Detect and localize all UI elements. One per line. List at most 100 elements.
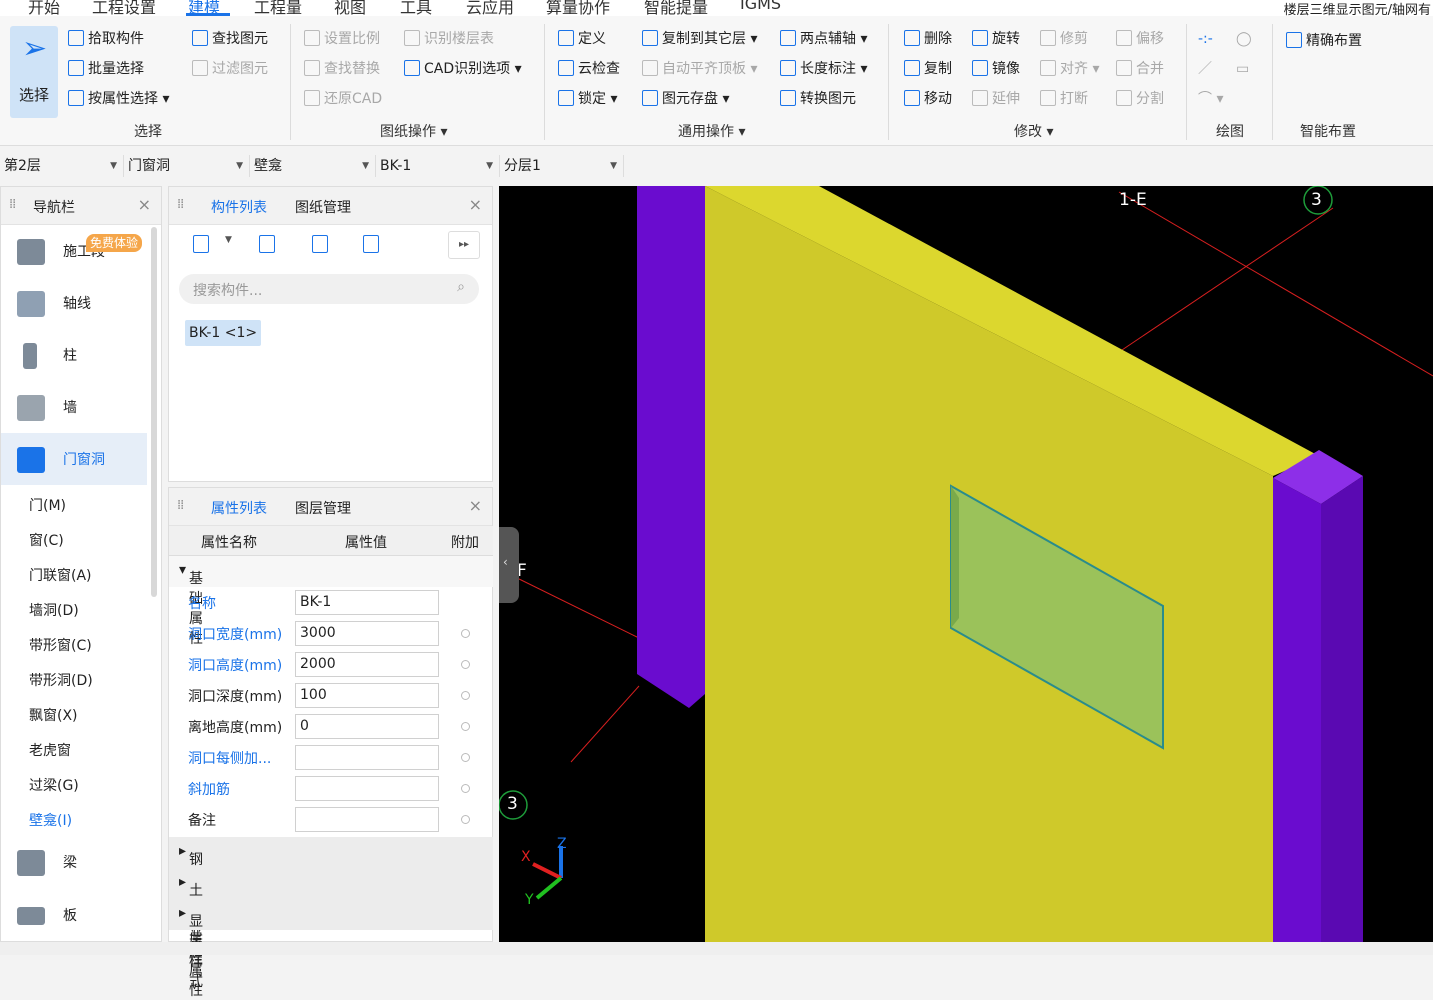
category-select[interactable]: 门窗洞 ▼ (124, 155, 250, 177)
copy-button[interactable]: 复制 (904, 58, 952, 80)
sub-item-window[interactable]: 窗(C) (29, 530, 64, 550)
section-rebar[interactable]: ▸ 钢筋业务属性 (169, 837, 493, 968)
merge-button[interactable]: 合并 (1116, 58, 1164, 80)
chevron-down-icon[interactable]: ▼ (225, 235, 232, 245)
sub-item-lintel[interactable]: 过梁(G) (29, 775, 79, 795)
close-icon[interactable]: × (469, 195, 482, 214)
grip-icon[interactable]: ⁞⁞ (177, 197, 184, 212)
nav-item-openings[interactable]: 门窗洞 (1, 433, 147, 485)
free-trial-badge[interactable]: 免费体验 (86, 234, 143, 252)
menu-cloud[interactable]: 云应用 (466, 0, 514, 16)
search-icon[interactable]: ⌕ (457, 279, 465, 295)
3d-viewport[interactable]: 1-E 3 F 3 X Y Z (499, 186, 1433, 942)
section-civil[interactable]: ▸ 土建业务属性 (169, 868, 493, 999)
prop-value-input[interactable]: 3000 (295, 621, 439, 646)
move-button[interactable]: 移动 (904, 88, 952, 110)
align-button[interactable]: 对齐 ▾ (1040, 58, 1099, 80)
menu-tools[interactable]: 工具 (400, 0, 432, 16)
component-select[interactable]: BK-1 ▼ (376, 155, 500, 177)
close-icon[interactable]: × (469, 496, 482, 515)
prop-value-input[interactable] (295, 745, 439, 770)
more-icon[interactable]: ▸▸ (448, 231, 480, 259)
precise-layout-button[interactable]: 精确布置 (1286, 30, 1362, 52)
nav-item-column[interactable]: 柱 (1, 329, 147, 381)
floor-select[interactable]: 第2层 ▼ (0, 155, 124, 177)
tab-drawing-manage[interactable]: 图纸管理 (295, 197, 351, 217)
menu-smart[interactable]: 智能提量 (644, 0, 708, 16)
section-display[interactable]: ▸ 显示样式 (169, 899, 493, 990)
prop-value-input[interactable]: 2000 (295, 652, 439, 677)
batch-select-button[interactable]: 批量选择 (68, 58, 144, 80)
copy-to-layer-button[interactable]: 复制到其它层 ▾ (642, 28, 757, 50)
sub-item-niche[interactable]: 壁龛(I) (29, 810, 72, 830)
layer-copy-icon[interactable] (363, 235, 379, 253)
split-button[interactable]: 分割 (1116, 88, 1164, 110)
delete-component-icon[interactable] (312, 235, 328, 253)
pick-component-button[interactable]: 拾取构件 (68, 28, 144, 50)
sub-item-wall-hole[interactable]: 墙洞(D) (29, 600, 79, 620)
break-button[interactable]: 打断 (1040, 88, 1088, 110)
define-button[interactable]: 定义 (558, 28, 606, 50)
extra-checkbox[interactable] (461, 722, 470, 731)
lock-button[interactable]: 锁定 ▾ (558, 88, 617, 110)
nav-item-slab[interactable]: 板 (1, 889, 147, 941)
prop-value-input[interactable]: 100 (295, 683, 439, 708)
collapse-panel-handle[interactable]: ‹ (499, 527, 519, 603)
circle-draw-button[interactable]: ◯ (1236, 28, 1252, 50)
length-mark-button[interactable]: 长度标注 ▾ (780, 58, 867, 80)
nav-item-wall[interactable]: 墙 (1, 381, 147, 433)
sub-item-strip-hole[interactable]: 带形洞(D) (29, 670, 93, 690)
extra-checkbox[interactable] (461, 784, 470, 793)
type-select[interactable]: 壁龛 ▼ (250, 155, 376, 177)
cad-options-button[interactable]: CAD识别选项 ▾ (404, 58, 522, 80)
sub-item-bay-window[interactable]: 飘窗(X) (29, 705, 78, 725)
prop-value-input[interactable] (295, 776, 439, 801)
menu-quantity[interactable]: 工程量 (254, 0, 302, 16)
copy-component-icon[interactable] (259, 235, 275, 253)
extra-checkbox[interactable] (461, 660, 470, 669)
tab-component-list[interactable]: 构件列表 (211, 197, 267, 217)
sub-item-door-window[interactable]: 门联窗(A) (29, 565, 92, 585)
extra-checkbox[interactable] (461, 753, 470, 762)
component-item[interactable]: BK-1 <1> (185, 320, 262, 346)
nav-item-axis[interactable]: 轴线 (1, 277, 147, 329)
nav-item-beam[interactable]: 梁 (1, 836, 147, 888)
find-element-button[interactable]: 查找图元 (192, 28, 268, 50)
find-replace-button[interactable]: 查找替换 (304, 58, 380, 80)
point-draw-button[interactable]: -:- (1198, 28, 1213, 50)
menu-project-settings[interactable]: 工程设置 (92, 0, 156, 16)
convert-element-button[interactable]: 转换图元 (780, 88, 856, 110)
select-by-attr-button[interactable]: 按属性选择 ▾ (68, 88, 169, 110)
nav-scrollbar[interactable] (151, 227, 157, 597)
arc-draw-button[interactable]: ⌒ ▾ (1198, 88, 1223, 110)
set-scale-button[interactable]: 设置比例 (304, 28, 380, 50)
save-element-button[interactable]: 图元存盘 ▾ (642, 88, 729, 110)
search-input[interactable]: 搜索构件... ⌕ (179, 274, 479, 304)
identify-floors-button[interactable]: 识别楼层表 (404, 28, 494, 50)
two-point-axis-button[interactable]: 两点辅轴 ▾ (780, 28, 867, 50)
delete-button[interactable]: 删除 (904, 28, 952, 50)
tab-layer-manage[interactable]: 图层管理 (295, 498, 351, 518)
extend-button[interactable]: 延伸 (972, 88, 1020, 110)
section-basic[interactable]: ▾ 基础属性 (169, 556, 493, 647)
offset-button[interactable]: 偏移 (1116, 28, 1164, 50)
auto-align-button[interactable]: 自动平齐顶板 ▾ (642, 58, 757, 80)
sub-item-dormer[interactable]: 老虎窗 (29, 740, 71, 760)
rotate-button[interactable]: 旋转 (972, 28, 1020, 50)
menu-collab[interactable]: 算量协作 (546, 0, 610, 16)
extra-checkbox[interactable] (461, 691, 470, 700)
menu-start[interactable]: 开始 (28, 0, 60, 16)
prop-value-input[interactable]: BK-1 (295, 590, 439, 615)
grip-icon[interactable]: ⁞⁞ (177, 498, 184, 513)
grip-icon[interactable]: ⁞⁞ (9, 197, 16, 212)
trim-button[interactable]: 修剪 (1040, 28, 1088, 50)
prop-value-input[interactable]: 0 (295, 714, 439, 739)
extra-checkbox[interactable] (461, 629, 470, 638)
cloud-check-button[interactable]: 云检查 (558, 58, 620, 80)
mirror-button[interactable]: 镜像 (972, 58, 1020, 80)
extra-checkbox[interactable] (461, 815, 470, 824)
sub-item-door[interactable]: 门(M) (29, 495, 66, 515)
rect-draw-button[interactable]: ▭ (1236, 58, 1249, 80)
close-icon[interactable]: × (138, 195, 151, 214)
tab-property-list[interactable]: 属性列表 (211, 498, 267, 518)
